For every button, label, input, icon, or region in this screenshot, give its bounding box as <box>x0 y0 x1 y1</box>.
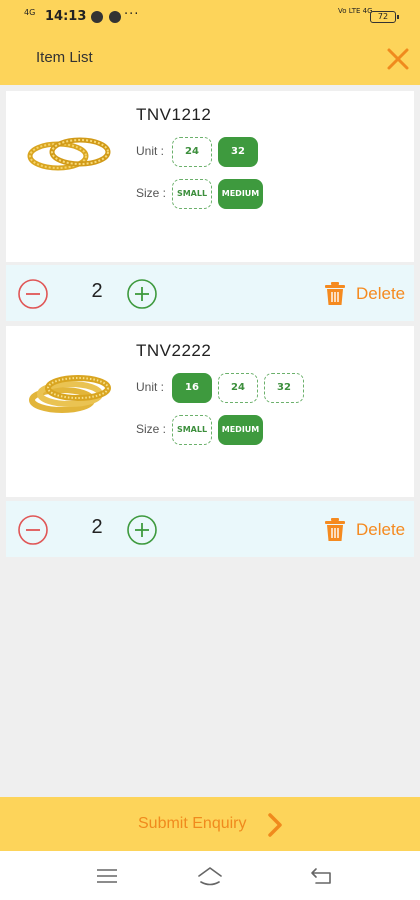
unit-option[interactable]: 24 <box>172 137 212 167</box>
menu-icon[interactable] <box>94 865 120 887</box>
bangle-image <box>27 137 111 171</box>
item-card: TNV1212 Unit : 24 32 Size : SMALL MEDIUM <box>6 91 414 262</box>
quantity-bar: 2 Delete <box>6 265 414 321</box>
submit-bar: Submit Enquiry <box>0 797 420 851</box>
chevron-right-icon <box>268 813 282 837</box>
signal-indicator: Vo LTE 4G <box>338 7 373 15</box>
minus-circle-icon[interactable] <box>17 514 49 546</box>
system-nav-bar <box>0 851 420 900</box>
size-option-selected[interactable]: MEDIUM <box>218 179 263 209</box>
delete-label: Delete <box>356 284 406 303</box>
plus-circle-icon[interactable] <box>126 514 158 546</box>
battery-icon: 72 <box>370 11 399 23</box>
item-code: TNV2222 <box>136 341 212 360</box>
delete-label: Delete <box>356 520 406 539</box>
home-icon[interactable] <box>197 865 223 887</box>
minus-circle-icon[interactable] <box>17 278 49 310</box>
quantity-value: 2 <box>91 280 103 302</box>
unit-option-selected[interactable]: 16 <box>172 373 212 403</box>
trash-icon <box>325 518 345 541</box>
back-icon[interactable] <box>308 865 334 887</box>
trash-icon <box>325 282 345 305</box>
notification-icon <box>91 11 103 23</box>
close-icon[interactable] <box>386 47 410 71</box>
bangle-image <box>29 375 111 413</box>
status-bar: 4G 14:13 ··· Vo LTE 4G 72 <box>0 0 420 36</box>
unit-label: Unit : <box>136 144 165 158</box>
item-card: TNV2222 Unit : 16 24 32 Size : SMALL MED… <box>6 326 414 497</box>
submit-label: Submit Enquiry <box>138 815 247 832</box>
unit-option[interactable]: 32 <box>264 373 304 403</box>
app-header: 4G 14:13 ··· Vo LTE 4G 72 Item List <box>0 0 420 85</box>
more-notifications-icon: ··· <box>124 7 140 22</box>
status-time: 14:13 <box>45 9 87 24</box>
size-label: Size : <box>136 186 167 200</box>
quantity-bar: 2 Delete <box>6 501 414 557</box>
size-option[interactable]: SMALL <box>172 179 212 209</box>
unit-label: Unit : <box>136 380 165 394</box>
unit-option[interactable]: 24 <box>218 373 258 403</box>
notification-icon <box>109 11 121 23</box>
plus-circle-icon[interactable] <box>126 278 158 310</box>
network-indicator: 4G <box>24 8 36 17</box>
item-code: TNV1212 <box>136 105 212 124</box>
size-option[interactable]: SMALL <box>172 415 212 445</box>
unit-option-selected[interactable]: 32 <box>218 137 258 167</box>
page-title: Item List <box>36 49 93 66</box>
size-option-selected[interactable]: MEDIUM <box>218 415 263 445</box>
quantity-value: 2 <box>91 516 103 538</box>
size-label: Size : <box>136 422 167 436</box>
